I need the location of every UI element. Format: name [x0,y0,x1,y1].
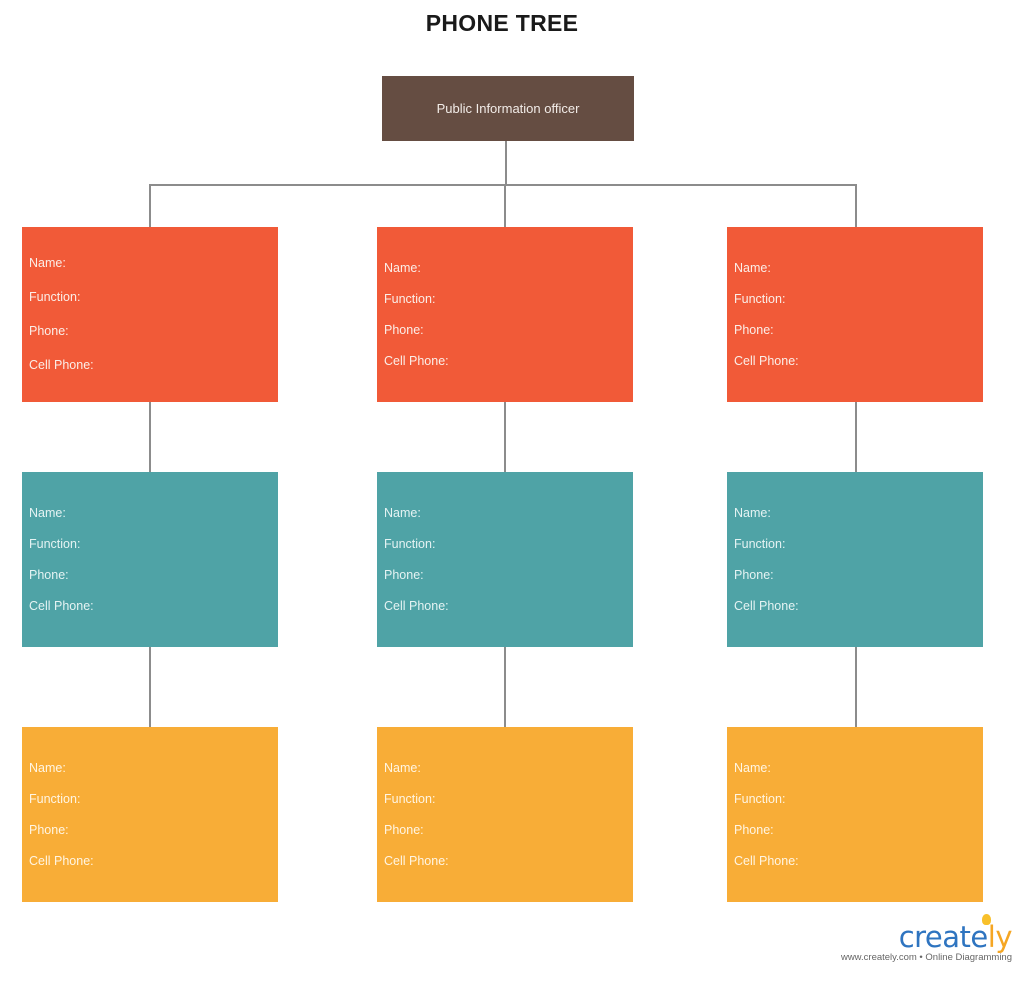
connector-col2-tier2-to-tier3 [504,647,506,727]
connector-col2-tier1-to-tier2 [504,401,506,472]
field-function: Function: [384,292,436,306]
tier2-box-col2[interactable]: Name: Function: Phone: Cell Phone: [377,472,633,647]
connector-to-col2-tier1 [504,184,506,227]
field-name: Name: [384,761,421,775]
field-phone: Phone: [734,823,774,837]
field-cell-phone: Cell Phone: [29,599,94,613]
tier1-box-col3[interactable]: Name: Function: Phone: Cell Phone: [727,227,983,402]
connector-root-down [505,141,507,186]
connector-col3-tier1-to-tier2 [855,401,857,472]
creately-logo[interactable]: creately www.creately.com • Online Diagr… [841,914,1013,963]
tier3-box-col3[interactable]: Name: Function: Phone: Cell Phone: [727,727,983,902]
tier3-box-col2[interactable]: Name: Function: Phone: Cell Phone: [377,727,633,902]
field-phone: Phone: [29,324,69,338]
field-cell-phone: Cell Phone: [384,599,449,613]
field-name: Name: [734,761,771,775]
field-name: Name: [384,261,421,275]
connector-to-col3-tier1 [855,184,857,227]
field-function: Function: [29,537,81,551]
field-name: Name: [734,506,771,520]
field-name: Name: [384,506,421,520]
field-cell-phone: Cell Phone: [734,599,799,613]
connector-col1-tier2-to-tier3 [149,647,151,727]
tier1-box-col2[interactable]: Name: Function: Phone: Cell Phone: [377,227,633,402]
logo-accent-text: ly [987,920,1013,954]
field-phone: Phone: [734,568,774,582]
field-cell-phone: Cell Phone: [384,854,449,868]
field-function: Function: [734,537,786,551]
field-name: Name: [29,256,66,270]
field-function: Function: [734,292,786,306]
connector-col1-tier1-to-tier2 [149,401,151,472]
field-name: Name: [29,506,66,520]
field-function: Function: [734,792,786,806]
tier1-box-col1[interactable]: Name: Function: Phone: Cell Phone: [22,227,278,402]
field-cell-phone: Cell Phone: [734,854,799,868]
logo-wordmark: creately [898,914,1013,954]
connector-col3-tier2-to-tier3 [855,647,857,727]
root-node-label: Public Information officer [436,101,580,116]
field-phone: Phone: [29,823,69,837]
logo-main-text: create [898,920,989,954]
tier2-box-col1[interactable]: Name: Function: Phone: Cell Phone: [22,472,278,647]
field-name: Name: [29,761,66,775]
field-function: Function: [29,792,81,806]
field-function: Function: [29,290,81,304]
field-cell-phone: Cell Phone: [29,358,94,372]
field-cell-phone: Cell Phone: [29,854,94,868]
field-name: Name: [734,261,771,275]
lightbulb-icon [982,914,991,925]
field-cell-phone: Cell Phone: [384,354,449,368]
field-phone: Phone: [29,568,69,582]
field-phone: Phone: [384,568,424,582]
tier2-box-col3[interactable]: Name: Function: Phone: Cell Phone: [727,472,983,647]
field-function: Function: [384,792,436,806]
field-cell-phone: Cell Phone: [734,354,799,368]
root-node-public-information-officer[interactable]: Public Information officer [382,76,634,141]
diagram-title: PHONE TREE [425,10,579,36]
connector-to-col1-tier1 [149,184,151,227]
tier3-box-col1[interactable]: Name: Function: Phone: Cell Phone: [22,727,278,902]
field-function: Function: [384,537,436,551]
field-phone: Phone: [384,823,424,837]
field-phone: Phone: [384,323,424,337]
field-phone: Phone: [734,323,774,337]
connector-horizontal-bus [149,184,857,186]
